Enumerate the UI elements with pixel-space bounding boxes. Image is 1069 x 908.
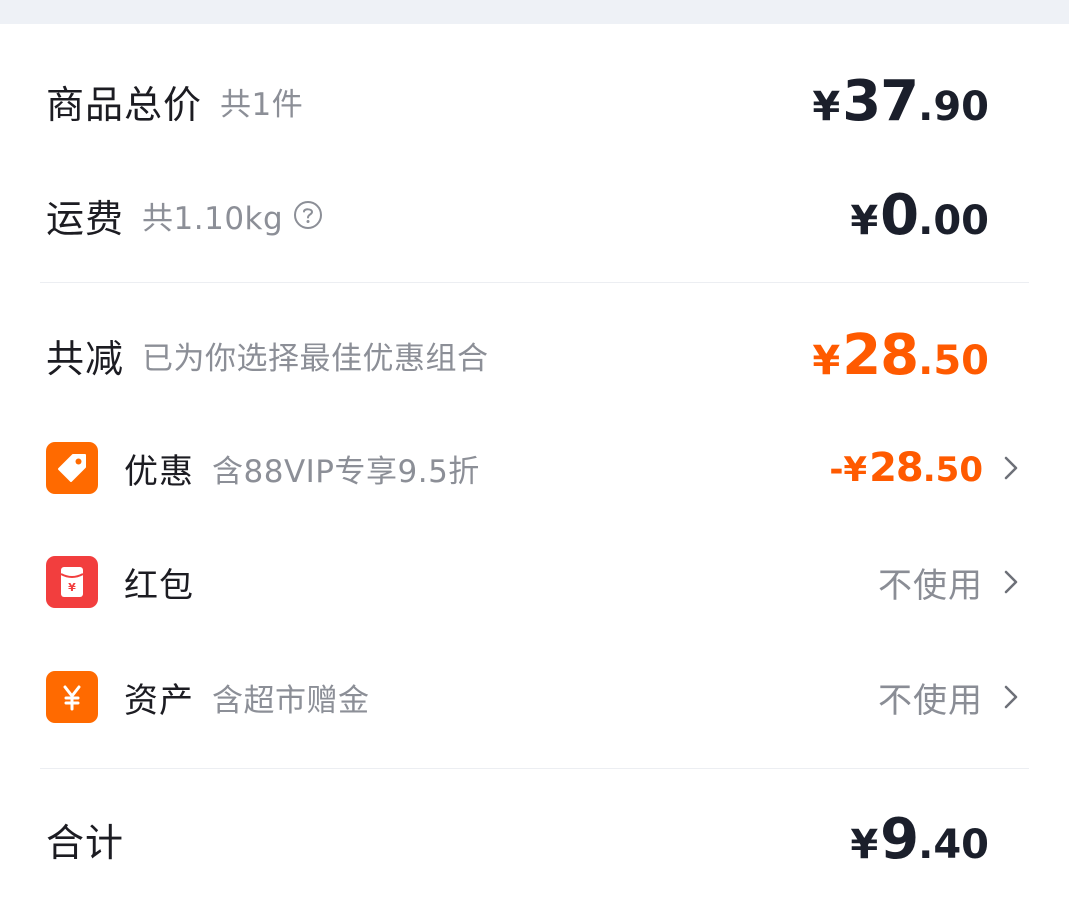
currency-symbol: ¥ (850, 821, 879, 868)
currency-symbol: -¥ (829, 450, 868, 490)
currency-symbol: ¥ (850, 197, 879, 244)
price-integer: 28 (842, 322, 919, 388)
promo-value[interactable]: -¥ 28 .50 (829, 445, 1025, 491)
assets-row[interactable]: 资产 含超市赠金 不使用 (0, 667, 1069, 727)
currency-symbol: ¥ (812, 83, 841, 130)
red-packet-status: 不使用 (878, 565, 983, 606)
promo-row[interactable]: 优惠 含88VIP专享9.5折 -¥ 28 .50 (0, 438, 1069, 498)
svg-text:¥: ¥ (68, 581, 76, 594)
grand-total-price: ¥ 9 .40 (850, 807, 989, 872)
discount-note: 已为你选择最佳优惠组合 (142, 340, 489, 377)
discount-total-label: 共减 (46, 336, 125, 381)
tag-icon (46, 442, 98, 494)
currency-symbol: ¥ (812, 337, 841, 384)
red-packet-value[interactable]: 不使用 (878, 558, 1025, 607)
goods-total-row: 商品总价 共1件 ¥ 37 .90 (0, 66, 1069, 136)
order-summary-card: 商品总价 共1件 ¥ 37 .90 运费 共1.10kg ¥ 0 .00 共减 … (0, 24, 1069, 908)
price-decimal: .00 (918, 197, 989, 244)
assets-status: 不使用 (878, 680, 983, 721)
price-integer: 28 (869, 445, 924, 491)
shipping-weight: 共1.10kg (142, 200, 284, 237)
price-integer: 37 (842, 68, 919, 134)
red-packet-row[interactable]: ¥ 红包 不使用 (0, 552, 1069, 612)
price-integer: 0 (880, 182, 919, 248)
discount-total-price: ¥ 28 .50 (812, 323, 989, 388)
grand-total-row: 合计 ¥ 9 .40 (0, 804, 1069, 874)
price-decimal: .90 (918, 83, 989, 130)
help-icon[interactable] (293, 200, 323, 230)
price-decimal: .40 (918, 821, 989, 868)
grand-total-label: 合计 (46, 820, 125, 865)
red-packet-icon: ¥ (46, 556, 98, 608)
discount-total-row: 共减 已为你选择最佳优惠组合 ¥ 28 .50 (0, 320, 1069, 390)
shipping-row: 运费 共1.10kg ¥ 0 .00 (0, 180, 1069, 250)
yen-icon (46, 671, 98, 723)
goods-count: 共1件 (220, 86, 304, 123)
promo-label: 优惠 (124, 451, 194, 492)
red-packet-label: 红包 (124, 565, 194, 606)
shipping-label: 运费 (46, 196, 125, 241)
assets-value[interactable]: 不使用 (878, 673, 1025, 722)
shipping-price: ¥ 0 .00 (850, 183, 989, 248)
price-integer: 9 (880, 806, 919, 872)
promo-amount: -¥ 28 .50 (829, 445, 983, 491)
chevron-right-icon (997, 677, 1025, 717)
goods-total-price: ¥ 37 .90 (812, 69, 989, 134)
chevron-right-icon (997, 562, 1025, 602)
assets-note: 含超市赠金 (212, 682, 370, 719)
promo-note: 含88VIP专享9.5折 (212, 453, 480, 490)
assets-label: 资产 (124, 680, 194, 721)
price-decimal: .50 (918, 337, 989, 384)
divider (40, 282, 1029, 283)
chevron-right-icon (997, 448, 1025, 488)
divider (40, 768, 1029, 769)
goods-total-label: 商品总价 (46, 82, 203, 127)
price-decimal: .50 (922, 450, 983, 490)
